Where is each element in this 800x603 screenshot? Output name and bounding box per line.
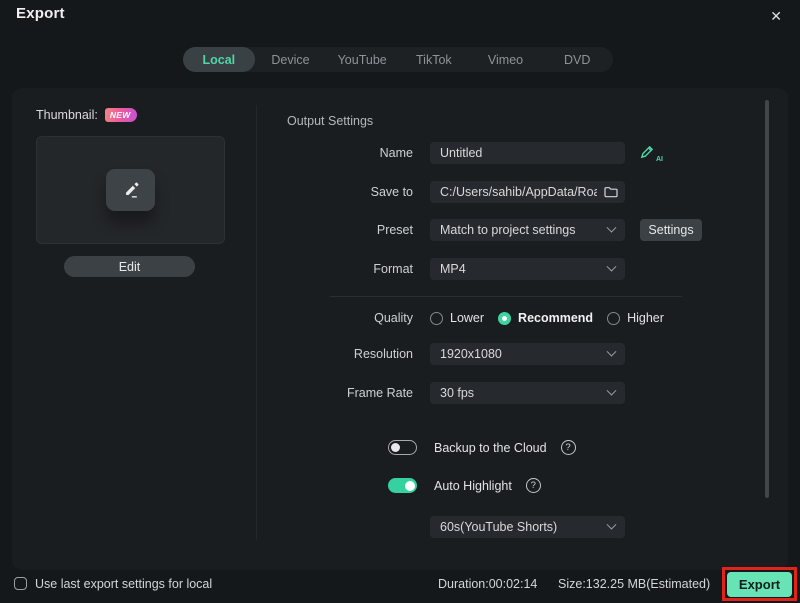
folder-browse-icon[interactable]	[603, 184, 619, 200]
thumbnail-preview[interactable]	[36, 136, 225, 244]
save-to-row: Save to	[275, 181, 625, 203]
ai-pencil-icon	[640, 145, 654, 159]
export-settings-panel: Thumbnail: NEW Edit Output Settings Name	[12, 88, 788, 570]
framerate-dropdown[interactable]: 30 fps	[430, 382, 625, 404]
quality-option-lower[interactable]: Lower	[430, 311, 484, 325]
radio-selected-icon	[498, 311, 512, 325]
close-icon[interactable]: ✕	[766, 6, 786, 27]
chevron-down-icon	[606, 222, 617, 233]
vertical-divider	[256, 105, 257, 540]
new-badge: NEW	[104, 108, 137, 122]
use-last-settings-checkbox[interactable]	[14, 577, 27, 590]
chevron-down-icon	[606, 519, 617, 530]
shorts-duration-dropdown[interactable]: 60s(YouTube Shorts)	[430, 516, 625, 538]
save-to-input[interactable]	[430, 181, 625, 203]
thumbnail-header: Thumbnail: NEW	[36, 108, 137, 122]
export-button[interactable]: Export	[727, 572, 792, 597]
quality-option-higher[interactable]: Higher	[607, 311, 664, 325]
size-text: Size:132.25 MB(Estimated)	[558, 577, 711, 591]
format-dropdown[interactable]: MP4	[430, 258, 625, 280]
tab-vimeo[interactable]: Vimeo	[470, 47, 542, 72]
preset-label: Preset	[376, 223, 413, 237]
backup-row: Backup to the Cloud ?	[388, 440, 576, 455]
framerate-label: Frame Rate	[347, 386, 413, 400]
chevron-down-icon	[606, 346, 617, 357]
save-to-label: Save to	[370, 185, 413, 199]
backup-cloud-toggle[interactable]	[388, 440, 417, 455]
radio-icon	[607, 311, 621, 325]
ai-label: AI	[656, 156, 663, 163]
name-label: Name	[379, 146, 413, 160]
ai-rename-icon[interactable]: AI	[639, 143, 663, 163]
edit-pencil-icon[interactable]	[106, 169, 155, 211]
dialog-title: Export	[16, 5, 65, 22]
thumbnail-label: Thumbnail:	[36, 108, 98, 122]
preset-dropdown[interactable]: Match to project settings	[430, 219, 625, 241]
tab-device[interactable]: Device	[255, 47, 327, 72]
settings-button[interactable]: Settings	[640, 219, 702, 241]
edit-thumbnail-button[interactable]: Edit	[64, 256, 195, 277]
output-settings-title: Output Settings	[287, 114, 374, 128]
help-icon[interactable]: ?	[525, 478, 541, 493]
horizontal-divider	[330, 296, 682, 297]
tab-local[interactable]: Local	[183, 47, 255, 72]
export-dialog: Export ✕ Local Device YouTube TikTok Vim…	[0, 0, 800, 603]
backup-cloud-label: Backup to the Cloud	[434, 440, 547, 455]
tab-tiktok[interactable]: TikTok	[398, 47, 470, 72]
auto-highlight-label: Auto Highlight	[434, 478, 512, 493]
chevron-down-icon	[606, 261, 617, 272]
resolution-value: 1920x1080	[440, 347, 502, 361]
shorts-duration-row: 60s(YouTube Shorts)	[430, 516, 625, 538]
auto-highlight-row: Auto Highlight ?	[388, 478, 541, 493]
framerate-value: 30 fps	[440, 386, 475, 400]
use-last-settings-label: Use last export settings for local	[35, 577, 213, 591]
pencil-icon	[125, 182, 138, 198]
export-destination-tabs: Local Device YouTube TikTok Vimeo DVD	[183, 47, 613, 72]
save-to-fieldwrap	[430, 181, 625, 203]
duration-text: Duration:00:02:14	[438, 577, 538, 591]
tab-youtube[interactable]: YouTube	[326, 47, 398, 72]
format-label: Format	[373, 262, 413, 276]
resolution-dropdown[interactable]: 1920x1080	[430, 343, 625, 365]
framerate-row: Frame Rate 30 fps	[275, 382, 625, 404]
radio-icon	[430, 311, 443, 325]
output-settings-section: Output Settings Name AI Save to	[275, 88, 788, 570]
preset-value: Match to project settings	[440, 223, 576, 237]
quality-row: Quality Lower Recommend Higher	[275, 311, 664, 325]
auto-highlight-toggle[interactable]	[388, 478, 417, 493]
preset-row: Preset Match to project settings Setting…	[275, 219, 702, 241]
help-icon[interactable]: ?	[560, 440, 576, 455]
format-value: MP4	[440, 262, 466, 276]
name-input[interactable]	[430, 142, 625, 164]
quality-label: Quality	[374, 311, 413, 325]
tab-dvd[interactable]: DVD	[541, 47, 613, 72]
quality-radio-group: Lower Recommend Higher	[430, 311, 664, 325]
resolution-row: Resolution 1920x1080	[275, 343, 625, 365]
shorts-duration-value: 60s(YouTube Shorts)	[440, 520, 558, 534]
format-row: Format MP4	[275, 258, 625, 280]
quality-option-recommend[interactable]: Recommend	[498, 311, 593, 325]
chevron-down-icon	[606, 385, 617, 396]
name-row: Name AI	[275, 142, 663, 164]
resolution-label: Resolution	[353, 347, 413, 361]
